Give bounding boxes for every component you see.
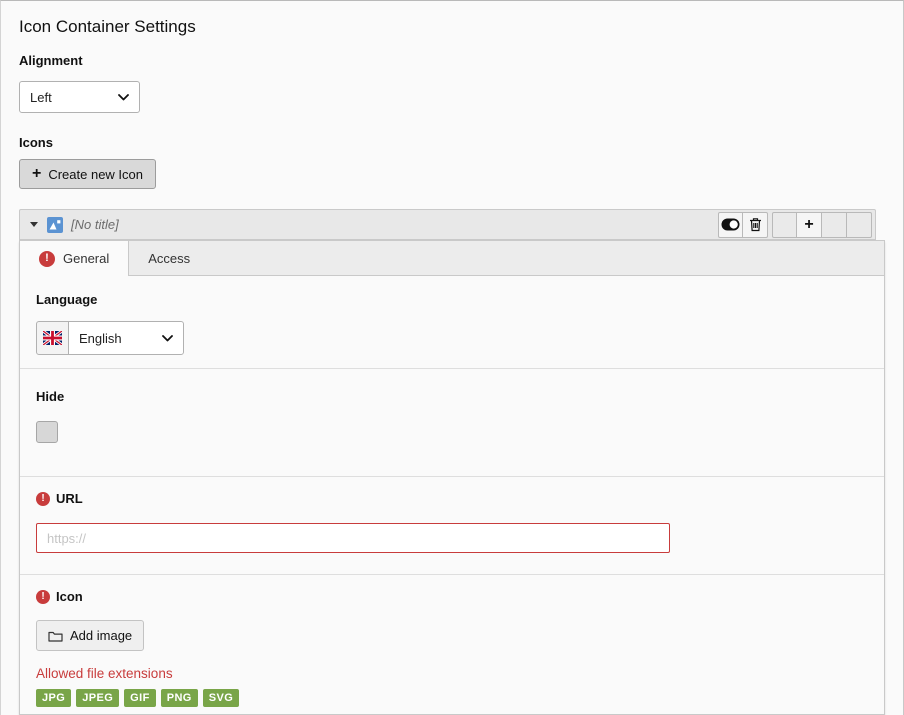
icon-section: ! Icon Add image Allowed file extensions… <box>20 575 884 714</box>
page-title: Icon Container Settings <box>19 17 884 37</box>
language-section: Language English <box>20 276 884 369</box>
image-record-icon <box>47 217 63 233</box>
hide-section: Hide <box>20 369 884 477</box>
tab-access-label: Access <box>148 251 190 266</box>
tab-general-label: General <box>63 251 109 266</box>
record-toolbar: + <box>718 212 872 238</box>
uk-flag-icon <box>43 331 62 345</box>
hide-label: Hide <box>36 389 868 404</box>
allowed-extensions-label: Allowed file extensions <box>36 666 868 681</box>
chevron-down-icon <box>162 335 173 342</box>
language-select-value: English <box>79 331 122 346</box>
extension-badges: JPG JPEG GIF PNG SVG <box>36 689 868 707</box>
icons-label: Icons <box>19 135 884 150</box>
extension-badge: GIF <box>124 689 156 707</box>
extension-badge: JPG <box>36 689 71 707</box>
plus-icon: + <box>804 217 813 233</box>
extension-badge: SVG <box>203 689 239 707</box>
disabled-action-slot <box>772 212 797 238</box>
url-label-text: URL <box>56 491 83 506</box>
tab-general[interactable]: ! General <box>20 241 129 276</box>
add-image-button[interactable]: Add image <box>36 620 144 651</box>
record-title: [No title] <box>71 217 119 232</box>
record-actions-group-1 <box>718 212 768 238</box>
toggle-icon <box>721 218 740 231</box>
enable-toggle-button[interactable] <box>718 212 743 238</box>
trash-icon <box>749 217 762 232</box>
settings-form: Icon Container Settings Alignment Left I… <box>1 1 903 715</box>
language-select[interactable]: English <box>68 321 184 355</box>
new-record-button[interactable]: + <box>797 212 822 238</box>
create-new-icon-label: Create new Icon <box>48 167 143 182</box>
icon-label-text: Icon <box>56 589 83 604</box>
hide-checkbox[interactable] <box>36 421 58 443</box>
record-actions-group-2: + <box>772 212 872 238</box>
record-tab-bar: ! General Access <box>20 241 884 276</box>
extension-badge: PNG <box>161 689 198 707</box>
create-new-icon-button[interactable]: + Create new Icon <box>19 159 156 189</box>
icon-label: ! Icon <box>36 589 868 604</box>
language-label: Language <box>36 292 868 307</box>
error-icon: ! <box>36 492 50 506</box>
url-input[interactable] <box>36 523 670 553</box>
error-icon: ! <box>39 251 55 267</box>
chevron-down-icon <box>118 94 129 101</box>
collapse-caret-icon[interactable] <box>30 222 38 227</box>
error-icon: ! <box>36 590 50 604</box>
icon-record-panel: [No title] <box>19 209 885 715</box>
plus-icon: + <box>32 166 41 182</box>
record-body: ! General Access Language <box>19 240 885 715</box>
language-flag-addon <box>36 321 69 355</box>
delete-button[interactable] <box>743 212 768 238</box>
tab-access[interactable]: Access <box>129 241 209 275</box>
alignment-select-value: Left <box>30 90 52 105</box>
add-image-label: Add image <box>70 628 132 643</box>
alignment-select[interactable]: Left <box>19 81 140 113</box>
folder-icon <box>48 630 63 642</box>
url-section: ! URL <box>20 477 884 575</box>
record-header: [No title] <box>19 209 876 240</box>
alignment-label: Alignment <box>19 53 884 68</box>
url-label: ! URL <box>36 491 868 506</box>
disabled-action-slot <box>822 212 847 238</box>
extension-badge: JPEG <box>76 689 119 707</box>
disabled-action-slot <box>847 212 872 238</box>
